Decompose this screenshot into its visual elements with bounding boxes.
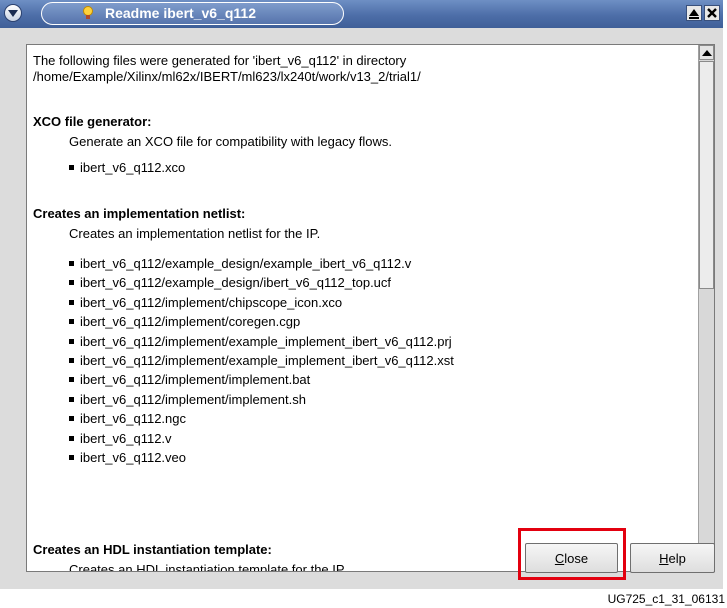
- scroll-thumb[interactable]: [699, 61, 714, 289]
- section-title: XCO file generator:: [33, 114, 152, 129]
- section-xco: XCO file generator: Generate an XCO file…: [33, 114, 392, 179]
- list-item: ibert_v6_q112/implement/implement.bat: [69, 372, 454, 391]
- list-item: ibert_v6_q112/implement/example_implemen…: [69, 353, 454, 372]
- window-title: Readme ibert_v6_q112: [105, 5, 256, 21]
- section-title: Creates an HDL instantiation template:: [33, 542, 272, 557]
- list-item: ibert_v6_q112/implement/coregen.cgp: [69, 314, 454, 333]
- section-description: Creates an HDL instantiation template fo…: [69, 562, 347, 572]
- close-button-highlight: [518, 528, 626, 580]
- section-netlist: Creates an implementation netlist: Creat…: [33, 206, 454, 469]
- scroll-up-icon[interactable]: [699, 45, 714, 60]
- help-label: elp: [668, 550, 686, 566]
- list-item: ibert_v6_q112.ngc: [69, 411, 454, 430]
- readme-dialog: Readme ibert_v6_q112 The following files…: [0, 0, 723, 589]
- title-pill: Readme ibert_v6_q112: [41, 2, 344, 25]
- intro-line-2: /home/Example/Xilinx/ml62x/IBERT/ml623/l…: [33, 69, 421, 84]
- list-item: ibert_v6_q112/implement/chipscope_icon.x…: [69, 295, 454, 314]
- list-item: ibert_v6_q112/example_design/ibert_v6_q1…: [69, 275, 454, 294]
- help-button[interactable]: Help: [630, 543, 715, 573]
- file-list: ibert_v6_q112.xco: [69, 160, 392, 179]
- section-hdl: Creates an HDL instantiation template: C…: [33, 542, 347, 572]
- list-item: ibert_v6_q112/implement/implement.sh: [69, 392, 454, 411]
- close-icon[interactable]: [704, 5, 720, 21]
- list-item: ibert_v6_q112.veo: [69, 450, 454, 469]
- list-item: ibert_v6_q112.xco: [69, 160, 392, 179]
- section-title: Creates an implementation netlist:: [33, 206, 246, 221]
- bulb-icon: [82, 5, 94, 26]
- section-description: Generate an XCO file for compatibility w…: [69, 134, 392, 149]
- maximize-icon[interactable]: [686, 5, 702, 21]
- file-list: ibert_v6_q112/example_design/example_ibe…: [69, 256, 454, 469]
- intro-line-1: The following files were generated for '…: [33, 53, 407, 68]
- intro-text: The following files were generated for '…: [33, 53, 693, 85]
- figure-caption: UG725_c1_31_06131: [607, 592, 725, 606]
- list-item: ibert_v6_q112/implement/example_implemen…: [69, 334, 454, 353]
- list-item: ibert_v6_q112.v: [69, 431, 454, 450]
- section-description: Creates an implementation netlist for th…: [69, 226, 321, 241]
- window-menu-icon[interactable]: [4, 4, 22, 22]
- title-bar[interactable]: Readme ibert_v6_q112: [0, 0, 723, 28]
- help-mnemonic: H: [659, 550, 669, 566]
- list-item: ibert_v6_q112/example_design/example_ibe…: [69, 256, 454, 275]
- readme-content[interactable]: The following files were generated for '…: [26, 44, 715, 572]
- vertical-scrollbar[interactable]: [698, 45, 714, 571]
